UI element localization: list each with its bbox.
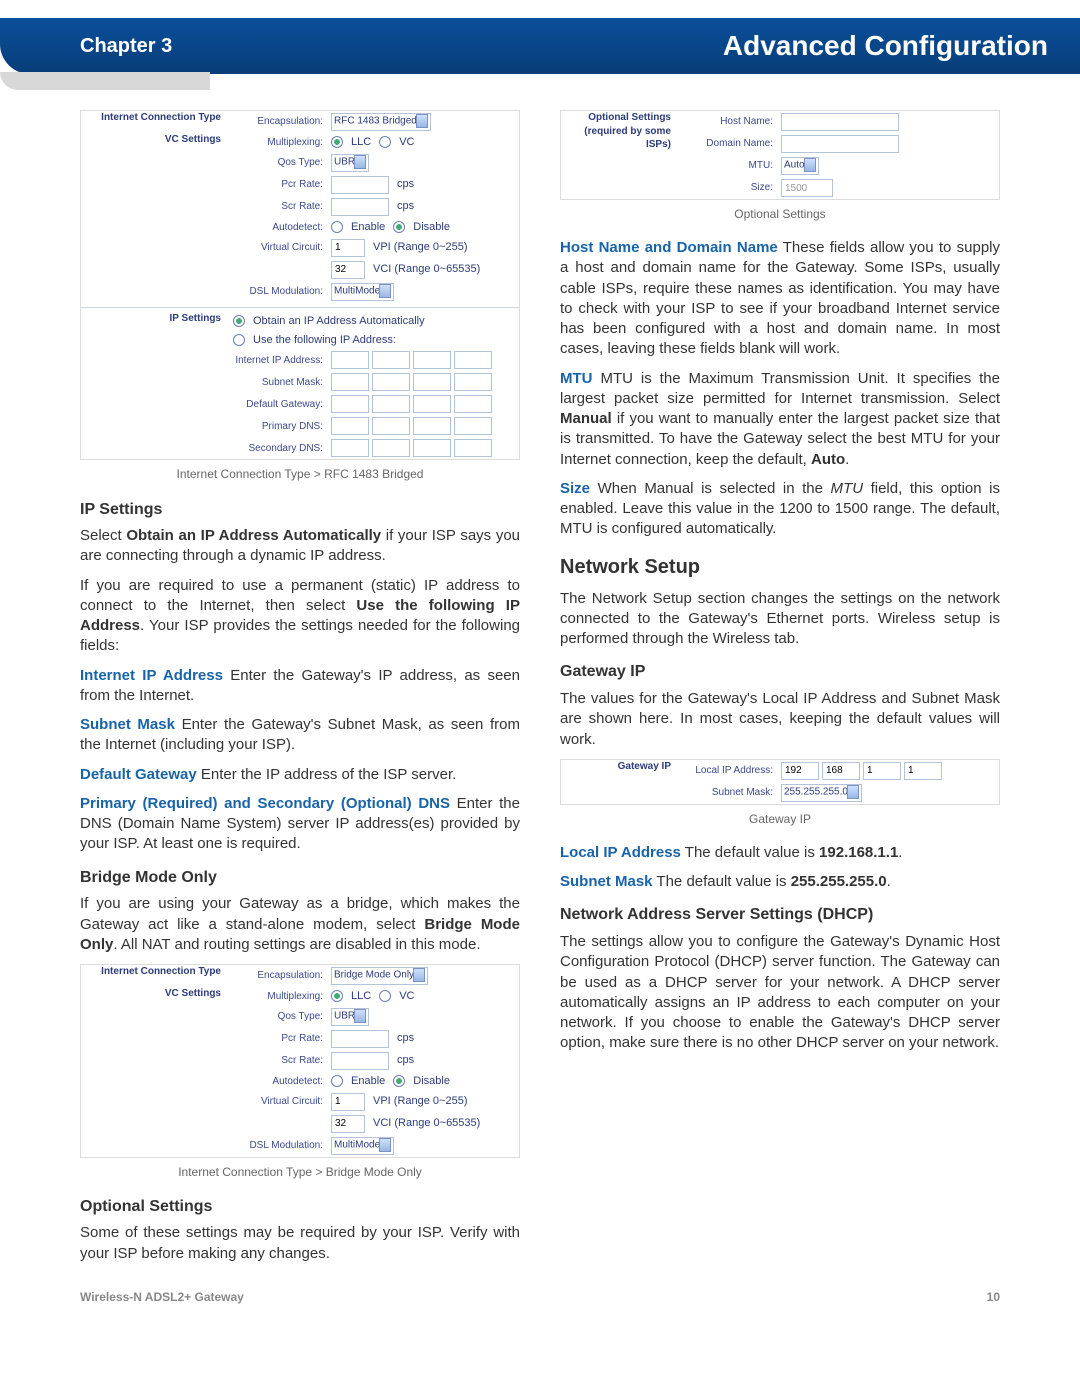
heading-bridge-mode: Bridge Mode Only bbox=[80, 867, 520, 889]
heading-network-setup: Network Setup bbox=[560, 554, 1000, 581]
term-mtu: MTU MTU is the Maximum Transmission Unit… bbox=[560, 369, 1000, 470]
ip-p1: Select Obtain an IP Address Automaticall… bbox=[80, 526, 520, 567]
term-subnet-mask-2: Subnet Mask The default value is 255.255… bbox=[560, 872, 1000, 892]
term-local-ip: Local IP Address The default value is 19… bbox=[560, 843, 1000, 863]
caption-gateway-ip: Gateway IP bbox=[560, 811, 1000, 827]
gateway-ip-p: The values for the Gateway's Local IP Ad… bbox=[560, 689, 1000, 750]
vci-input[interactable] bbox=[331, 261, 365, 279]
lip-b[interactable] bbox=[822, 762, 860, 780]
vpi-input[interactable] bbox=[331, 239, 365, 257]
auto-enable-radio[interactable] bbox=[331, 221, 343, 233]
lip-a[interactable] bbox=[781, 762, 819, 780]
domain-name-input[interactable] bbox=[781, 135, 899, 153]
scr-input[interactable] bbox=[331, 198, 389, 216]
encap-select[interactable]: RFC 1483 Bridged bbox=[331, 113, 431, 131]
lip-d[interactable] bbox=[904, 762, 942, 780]
term-dns: Primary (Required) and Secondary (Option… bbox=[80, 794, 520, 855]
heading-dhcp: Network Address Server Settings (DHCP) bbox=[560, 904, 1000, 926]
caption-bridge: Internet Connection Type > Bridge Mode O… bbox=[80, 1164, 520, 1180]
size-input[interactable] bbox=[781, 179, 833, 197]
lip-c[interactable] bbox=[863, 762, 901, 780]
dhcp-p: The settings allow you to configure the … bbox=[560, 932, 1000, 1054]
dsl-select[interactable]: MultiMode bbox=[331, 283, 394, 301]
host-name-input[interactable] bbox=[781, 113, 899, 131]
chapter-label: Chapter 3 bbox=[80, 33, 172, 60]
subnet-select[interactable]: 255.255.255.0 bbox=[781, 784, 862, 802]
optional-p: Some of these settings may be required b… bbox=[80, 1223, 520, 1264]
mux-llc-radio[interactable] bbox=[331, 136, 343, 148]
figure-bridge-mode: Internet Connection Type Encapsulation: … bbox=[80, 964, 520, 1158]
right-column: Optional Settings (required by some ISPs… bbox=[560, 110, 1000, 1273]
obtain-radio[interactable] bbox=[233, 315, 245, 327]
network-p: The Network Setup section changes the se… bbox=[560, 589, 1000, 650]
page-title: Advanced Configuration bbox=[723, 27, 1048, 65]
qos-select[interactable]: UBR bbox=[331, 154, 369, 172]
usefollow-radio[interactable] bbox=[233, 334, 245, 346]
caption-rfc1483: Internet Connection Type > RFC 1483 Brid… bbox=[80, 466, 520, 482]
term-size: Size When Manual is selected in the MTU … bbox=[560, 479, 1000, 540]
term-internet-ip: Internet IP Address Enter the Gateway's … bbox=[80, 666, 520, 707]
ip-p2: If you are required to use a permanent (… bbox=[80, 576, 520, 657]
term-subnet-mask: Subnet Mask Enter the Gateway's Subnet M… bbox=[80, 715, 520, 756]
term-default-gateway: Default Gateway Enter the IP address of … bbox=[80, 765, 520, 785]
mtu-select[interactable]: Auto bbox=[781, 157, 819, 175]
bridge-p1: If you are using your Gateway as a bridg… bbox=[80, 894, 520, 955]
page-header: Chapter 3 Advanced Configuration bbox=[0, 18, 1080, 74]
heading-ip-settings: IP Settings bbox=[80, 499, 520, 521]
left-column: Internet Connection Type Encapsulation: … bbox=[80, 110, 520, 1273]
footer: Wireless-N ADSL2+ Gateway 10 bbox=[0, 1283, 1080, 1321]
mux-vc-radio[interactable] bbox=[379, 136, 391, 148]
page-number: 10 bbox=[987, 1289, 1000, 1305]
header-tab-decoration bbox=[0, 72, 210, 90]
auto-disable-radio[interactable] bbox=[393, 221, 405, 233]
heading-optional-settings: Optional Settings bbox=[80, 1196, 520, 1218]
caption-optional: Optional Settings bbox=[560, 206, 1000, 222]
footer-product: Wireless-N ADSL2+ Gateway bbox=[80, 1289, 244, 1305]
figure-optional-settings: Optional Settings (required by some ISPs… bbox=[560, 110, 1000, 200]
pcr-input[interactable] bbox=[331, 176, 389, 194]
term-host-domain: Host Name and Domain Name These fields a… bbox=[560, 238, 1000, 360]
encap-select-2[interactable]: Bridge Mode Only bbox=[331, 967, 428, 985]
heading-gateway-ip: Gateway IP bbox=[560, 661, 1000, 683]
figure-rfc1483: Internet Connection Type Encapsulation: … bbox=[80, 110, 520, 460]
figure-gateway-ip: Gateway IP Local IP Address: Subnet Mask… bbox=[560, 759, 1000, 805]
